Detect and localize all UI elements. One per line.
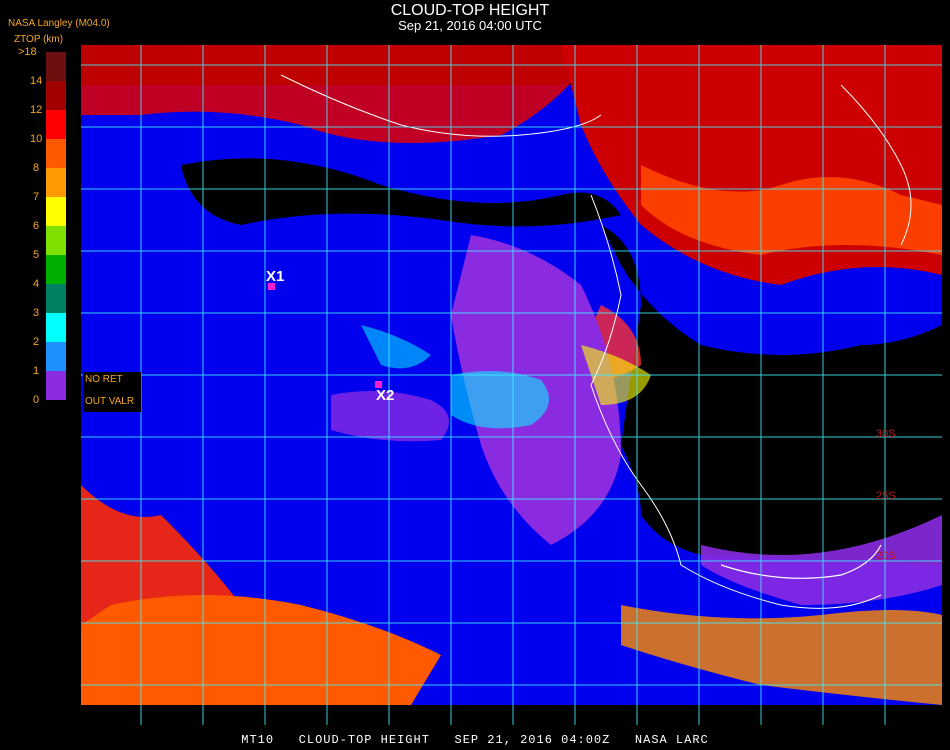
legend-tick: 4: [33, 278, 40, 290]
legend-tick: 7: [33, 191, 40, 203]
latitude-label: 20S: [876, 550, 896, 562]
latitude-label: 25S: [876, 490, 896, 502]
legend-swatch: [46, 284, 66, 313]
legend-swatch: [46, 342, 66, 371]
image-timestamp: Sep 21, 2016 04:00 UTC: [398, 18, 542, 33]
out-valid-label: OUT VALR: [85, 396, 135, 407]
footer-caption: MT10 CLOUD-TOP HEIGHT SEP 21, 2016 04:00…: [241, 733, 709, 747]
legend-swatch: [46, 371, 66, 400]
legend-swatch: [46, 226, 66, 255]
legend-swatch: [46, 110, 66, 139]
satellite-map[interactable]: [81, 45, 942, 725]
legend-swatch: [46, 139, 66, 168]
legend-swatch: [46, 81, 66, 110]
legend-tick: 1: [33, 365, 40, 377]
legend-swatch: [46, 313, 66, 342]
legend-swatch: [46, 52, 66, 81]
legend-tick: 14: [30, 75, 43, 87]
legend-swatch: [46, 168, 66, 197]
marker-x2-label[interactable]: X2: [376, 387, 394, 404]
unit-label: ZTOP (km): [14, 34, 64, 45]
provider-label: NASA Langley (M04.0): [8, 18, 110, 29]
no-retrieval-label: NO RET: [85, 374, 123, 385]
latitude-label: 30S: [876, 428, 896, 440]
map-canvas: [81, 45, 942, 725]
legend-tick: 0: [33, 394, 40, 406]
legend-tick: 12: [30, 104, 43, 116]
legend-tick: 10: [30, 133, 43, 145]
legend-tick: 6: [33, 220, 40, 232]
legend-swatch: [46, 197, 66, 226]
color-legend: [46, 52, 66, 400]
legend-swatch: [46, 255, 66, 284]
legend-tick: 5: [33, 249, 40, 261]
legend-tick: 3: [33, 307, 40, 319]
marker-x1-label[interactable]: X1: [266, 268, 284, 285]
legend-tick: >18: [18, 46, 37, 58]
no-retrieval-legend: NO RET OUT VALR: [83, 372, 141, 412]
legend-tick: 8: [33, 162, 40, 174]
legend-tick: 2: [33, 336, 40, 348]
